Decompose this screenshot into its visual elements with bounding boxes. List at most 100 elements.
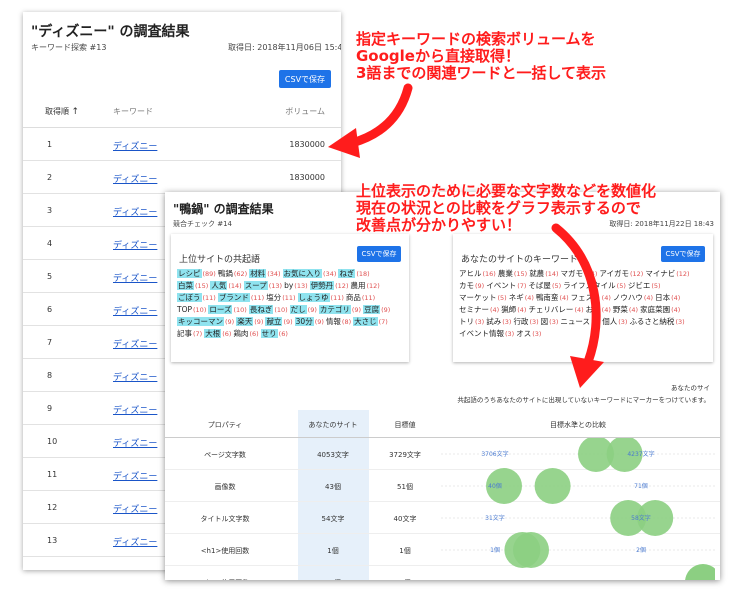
- keyword-text: レシピ: [177, 269, 202, 278]
- keyword-count: (9): [307, 306, 317, 314]
- keyword-link[interactable]: ディズニー: [113, 337, 157, 350]
- keyword-chip: 白菜 (15): [177, 280, 208, 292]
- keyword-chip: 伊勢丹 (12): [309, 280, 348, 292]
- property-header: プロパティ: [207, 421, 243, 429]
- keyword-count: (3): [505, 330, 515, 338]
- keyword-count: (9): [254, 318, 264, 326]
- keyword-count: (3): [591, 318, 601, 326]
- keyword-chip: ふるさと納税(3): [629, 316, 684, 328]
- keyword-text: 家庭菜園: [640, 305, 671, 314]
- keyword-column-header[interactable]: キーワード: [113, 106, 153, 117]
- keyword-count: (4): [601, 306, 611, 314]
- keyword-count: (15): [513, 270, 528, 278]
- target-value: 3729文字: [389, 451, 421, 459]
- my-site-value: 4053文字: [317, 451, 349, 459]
- my-site-header: あなたのサイト: [308, 421, 358, 429]
- keyword-text: 大さじ: [353, 317, 378, 326]
- keyword-text: 野菜: [612, 305, 628, 314]
- keyword-count: (6): [278, 330, 288, 338]
- keyword-link[interactable]: ディズニー: [113, 436, 157, 449]
- rank-cell: 12: [47, 503, 58, 512]
- keyword-link[interactable]: ディズニー: [113, 172, 157, 185]
- keyword-count: (15): [195, 282, 209, 290]
- keyword-chip: カモ(9): [459, 280, 484, 292]
- keyword-count: (3): [502, 318, 512, 326]
- csv-save-button[interactable]: CSVで保存: [357, 246, 401, 262]
- panel-title: 上位サイトの共起語: [179, 255, 261, 265]
- keyword-count: (12): [676, 270, 690, 278]
- keyword-text: トリ: [459, 317, 474, 326]
- keyword-count: (4): [559, 294, 569, 302]
- keyword-text: スープ: [243, 281, 268, 290]
- property-cell: <h2>使用回数: [201, 578, 250, 580]
- panel-title: あなたのサイトのキーワード: [461, 255, 579, 265]
- keyword-link[interactable]: ディズニー: [113, 535, 157, 548]
- keyword-link[interactable]: ディズニー: [113, 502, 157, 515]
- table-header: 取得順 ↑ キーワード ボリューム: [23, 92, 341, 128]
- keyword-count: (4): [524, 294, 534, 302]
- keyword-count: (6): [222, 330, 232, 338]
- keyword-chip: アヒル(16): [459, 268, 496, 280]
- keyword-chip: 材料 (34): [249, 268, 281, 280]
- keyword-chip: スープ (13): [243, 280, 282, 292]
- keyword-text: 猟師: [501, 305, 517, 314]
- keyword-chip: せり (6): [260, 328, 288, 340]
- keyword-chip: 日本(4): [655, 292, 680, 304]
- keyword-chip: 鶏肉(6): [233, 328, 258, 340]
- keyword-count: (11): [282, 294, 296, 302]
- keyword-chip: 大根 (6): [204, 328, 231, 340]
- cooccurrence-word-list: レシピ (89) 鴨鍋(62) 材料 (34) お気に入り (34) ねぎ (18)白菜 (15)…: [177, 268, 405, 340]
- keyword-count: (18): [356, 270, 370, 278]
- annotation-volume: 指定キーワードの検索ボリュームを Googleから直接取得！ 3語までの関連ワー…: [356, 31, 606, 82]
- keyword-count: (11): [250, 294, 265, 302]
- keyword-chip: セミナー(4): [459, 304, 499, 316]
- range-max-label: 71個: [634, 482, 648, 490]
- keyword-link[interactable]: ディズニー: [113, 139, 157, 152]
- keyword-chip: 豆腐 (9): [363, 304, 390, 316]
- csv-save-button[interactable]: CSVで保存: [661, 246, 705, 262]
- keyword-link[interactable]: ディズニー: [113, 304, 157, 317]
- keyword-count: (5): [651, 282, 661, 290]
- keyword-link[interactable]: ディズニー: [113, 271, 157, 284]
- keyword-text: せり: [260, 329, 278, 338]
- keyword-text: 豆腐: [363, 305, 381, 314]
- keyword-text: マイナビ: [645, 269, 676, 278]
- keyword-chip: レシピ (89): [177, 268, 216, 280]
- notice-line-2: 共起語のうちあなたのサイトに出現していないキーワードにマーカーをつけています。: [457, 396, 710, 404]
- keyword-chip: 家庭菜園(4): [640, 304, 680, 316]
- keyword-chip: 猟師(4): [501, 304, 526, 316]
- annotation-comparison: 上位表示のために必要な文字数などを数値化 現在の状況との比較をグラフ表示するので…: [356, 183, 656, 234]
- keyword-text: by: [284, 281, 294, 290]
- keyword-text: 人気: [210, 281, 228, 290]
- keyword-count: (10): [233, 306, 247, 314]
- keyword-chip: お肉(4): [586, 304, 611, 316]
- keyword-text: 就農: [529, 269, 545, 278]
- keyword-count: (3): [549, 318, 559, 326]
- keyword-chip: 鴨鍋(62): [218, 268, 247, 280]
- csv-save-button[interactable]: CSVで保存: [279, 70, 331, 88]
- keyword-link[interactable]: ディズニー: [113, 403, 157, 416]
- keyword-text: お気に入り: [282, 269, 323, 278]
- keyword-link[interactable]: ディズニー: [113, 205, 157, 218]
- range-min-label: 40個: [488, 482, 502, 490]
- keyword-text: カテゴリ: [318, 305, 351, 314]
- keyword-text: 日本: [655, 293, 671, 302]
- keyword-chip: ノウハウ(4): [613, 292, 653, 304]
- keyword-text: 個人: [602, 317, 618, 326]
- annotation-line: Googleから直接取得！: [356, 47, 520, 65]
- keyword-link[interactable]: ディズニー: [113, 370, 157, 383]
- keyword-link[interactable]: ディズニー: [113, 568, 157, 570]
- rank-cell: 5: [47, 272, 53, 281]
- annotation-line: 指定キーワードの検索ボリュームを: [356, 30, 596, 48]
- keyword-link[interactable]: ディズニー: [113, 238, 157, 251]
- keyword-link[interactable]: ディズニー: [113, 469, 157, 482]
- keyword-chip: 試み(3): [486, 316, 511, 328]
- keyword-text: 材料: [249, 269, 267, 278]
- keyword-count: (16): [482, 270, 496, 278]
- target-value: 7個: [399, 578, 410, 580]
- volume-column-header[interactable]: ボリューム: [285, 106, 325, 117]
- metrics-table-header: プロパティ あなたのサイト 目標値 目標水準との比較: [165, 410, 720, 438]
- rank-column-header[interactable]: 取得順 ↑: [45, 106, 79, 117]
- my-site-value: 11個: [325, 578, 341, 580]
- keyword-count: (11): [361, 294, 376, 302]
